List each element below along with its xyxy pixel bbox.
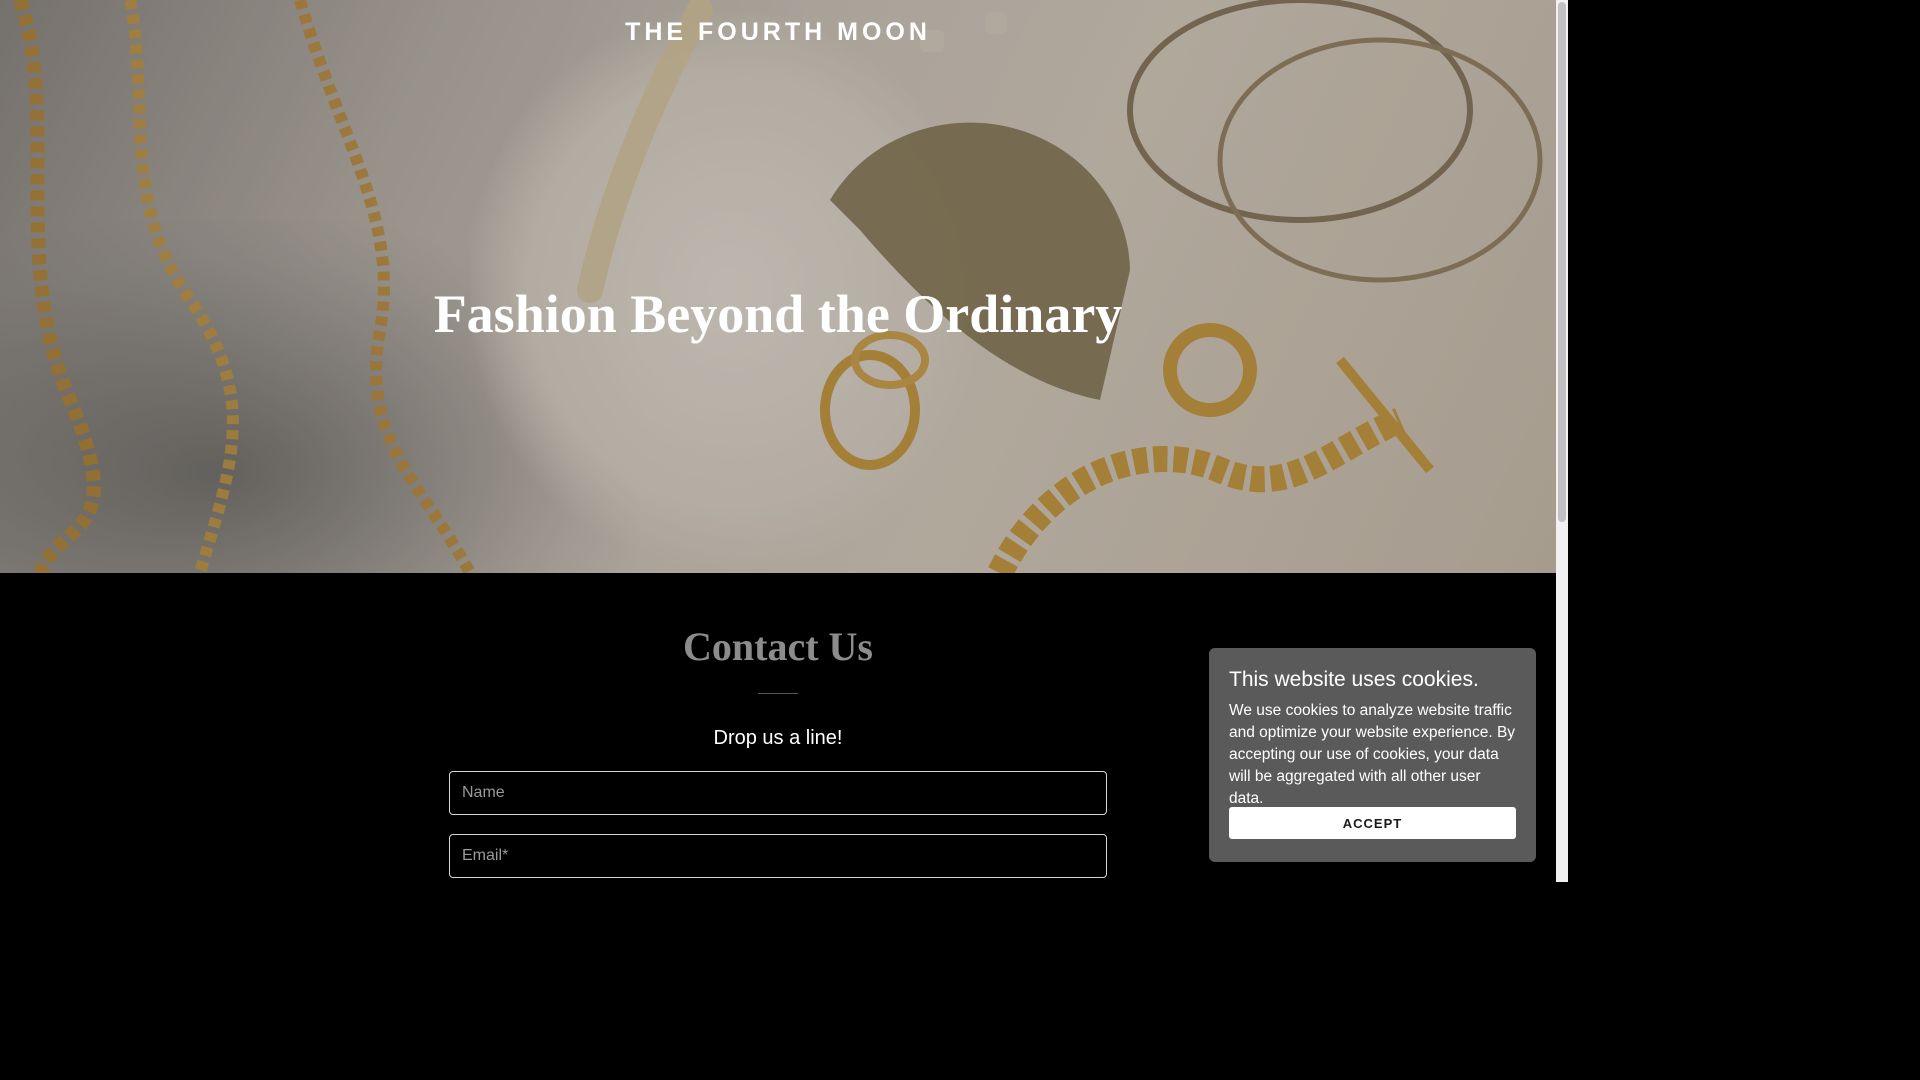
cookie-banner: This website uses cookies. We use cookie… xyxy=(1209,648,1536,862)
cookie-banner-text: We use cookies to analyze website traffi… xyxy=(1229,702,1516,807)
accept-cookies-button[interactable]: ACCEPT xyxy=(1229,807,1516,839)
email-field[interactable] xyxy=(449,834,1107,878)
name-field[interactable] xyxy=(449,771,1107,815)
section-divider xyxy=(758,693,798,694)
scrollbar-thumb[interactable] xyxy=(1558,2,1566,522)
hero-tagline: Fashion Beyond the Ordinary xyxy=(433,284,1123,344)
hero-section: THE FOURTH MOON Fashion Beyond the Ordin… xyxy=(0,0,1556,573)
site-brand[interactable]: THE FOURTH MOON xyxy=(0,18,1556,47)
page-scrollbar[interactable] xyxy=(1556,0,1568,882)
cookie-banner-title: This website uses cookies. xyxy=(1229,668,1479,691)
